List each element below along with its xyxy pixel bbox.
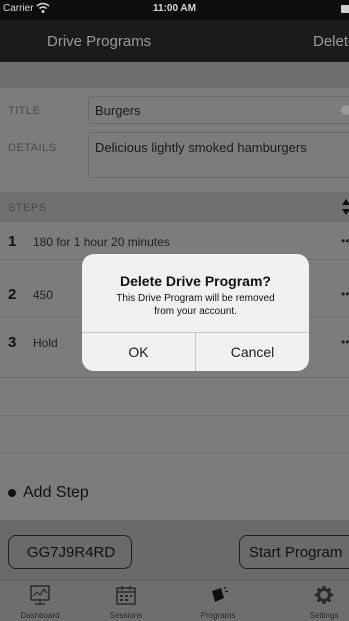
start-program-button[interactable]: Start Program — [239, 535, 349, 569]
add-step-button[interactable]: Add Step — [0, 479, 200, 509]
step-text: Hold — [33, 336, 58, 350]
step-number: 2 — [8, 286, 17, 303]
tab-sessions[interactable]: Sessions — [88, 581, 164, 621]
nav-back-drive-programs[interactable]: Drive Programs — [47, 33, 151, 50]
start-program-label: Start Program — [249, 544, 343, 561]
gear-icon — [315, 586, 333, 604]
ok-label: OK — [128, 344, 149, 360]
clear-icon[interactable] — [341, 105, 349, 115]
section-spacer — [0, 62, 349, 88]
navigation-bar: Drive Programs Delete — [0, 20, 349, 62]
more-icon[interactable]: ••• — [341, 287, 349, 301]
step-number: 1 — [8, 233, 17, 250]
add-step-label: Add Step — [23, 484, 89, 501]
step-number: 3 — [8, 334, 17, 351]
screen: Carrier 11:00 AM Drive Programs Delete T… — [0, 0, 349, 621]
title-value: Burgers — [95, 103, 141, 118]
step-text: 180 for 1 hour 20 minutes — [33, 235, 170, 249]
action-bar: GG7J9R4RD Start Program — [0, 520, 349, 580]
alert-message-line1: This Drive Program will be removed — [116, 293, 275, 304]
steps-header: STEPS — [0, 192, 349, 222]
more-icon[interactable]: ••• — [341, 335, 349, 349]
delete-button[interactable]: Delete — [313, 33, 349, 50]
tab-programs[interactable]: Programs — [180, 581, 256, 621]
tab-bar: Dashboard Sessions Programs Settings — [0, 580, 349, 621]
tab-label: Settings — [309, 611, 339, 620]
tab-label: Dashboard — [20, 611, 60, 620]
program-code-button[interactable]: GG7J9R4RD — [8, 535, 132, 569]
battery-icon — [341, 5, 349, 13]
title-label: TITLE — [8, 105, 41, 117]
more-icon[interactable]: ••• — [341, 234, 349, 248]
steps-label: STEPS — [8, 202, 47, 214]
program-code: GG7J9R4RD — [26, 544, 116, 561]
cancel-button[interactable]: Cancel — [196, 333, 309, 371]
details-field[interactable] — [88, 132, 349, 178]
tab-dashboard[interactable]: Dashboard — [2, 581, 78, 621]
empty-row — [0, 416, 349, 454]
step-text: 450 — [33, 288, 54, 302]
ok-button[interactable]: OK — [82, 333, 195, 371]
dashboard-icon — [30, 585, 50, 605]
tab-label: Sessions — [109, 611, 143, 620]
reorder-icon[interactable] — [341, 198, 349, 216]
cancel-label: Cancel — [230, 344, 275, 360]
details-label: DETAILS — [8, 142, 57, 154]
details-value: Delicious lightly smoked hamburgers — [95, 140, 307, 155]
alert-message-line2: from your account. — [154, 306, 237, 317]
add-icon — [8, 489, 16, 497]
calendar-icon — [116, 586, 136, 605]
status-bar: Carrier 11:00 AM — [0, 0, 349, 20]
tab-label: Programs — [200, 611, 236, 620]
alert-title: Delete Drive Program? — [120, 273, 271, 289]
clock: 11:00 AM — [153, 3, 196, 14]
delete-confirmation-alert: Delete Drive Program? This Drive Program… — [82, 254, 309, 371]
programs-icon — [212, 586, 229, 602]
empty-row — [0, 378, 349, 416]
tab-settings[interactable]: Settings — [286, 581, 349, 621]
